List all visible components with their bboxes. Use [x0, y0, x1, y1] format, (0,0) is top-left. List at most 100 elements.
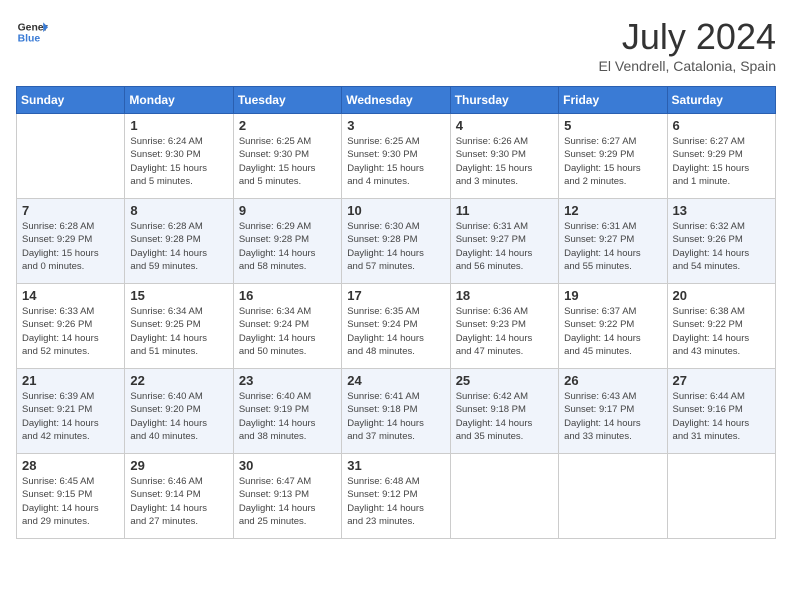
day-number: 25 — [456, 373, 553, 388]
cell-content: Sunrise: 6:40 AMSunset: 9:19 PMDaylight:… — [239, 390, 336, 443]
calendar-table: SundayMondayTuesdayWednesdayThursdayFrid… — [16, 86, 776, 539]
cell-content: Sunrise: 6:42 AMSunset: 9:18 PMDaylight:… — [456, 390, 553, 443]
day-number: 14 — [22, 288, 119, 303]
day-number: 29 — [130, 458, 227, 473]
calendar-cell: 18 Sunrise: 6:36 AMSunset: 9:23 PMDayligh… — [450, 284, 558, 369]
calendar-cell: 8 Sunrise: 6:28 AMSunset: 9:28 PMDaylight… — [125, 199, 233, 284]
day-number: 6 — [673, 118, 770, 133]
day-number: 17 — [347, 288, 444, 303]
day-number: 2 — [239, 118, 336, 133]
calendar-header-row: SundayMondayTuesdayWednesdayThursdayFrid… — [17, 87, 776, 114]
cell-content: Sunrise: 6:40 AMSunset: 9:20 PMDaylight:… — [130, 390, 227, 443]
calendar-cell: 11 Sunrise: 6:31 AMSunset: 9:27 PMDayligh… — [450, 199, 558, 284]
calendar-week-3: 14 Sunrise: 6:33 AMSunset: 9:26 PMDayligh… — [17, 284, 776, 369]
cell-content: Sunrise: 6:33 AMSunset: 9:26 PMDaylight:… — [22, 305, 119, 358]
calendar-cell: 24Sunrise: 6:41 AMSunset: 9:18 PMDayligh… — [342, 369, 450, 454]
day-number: 21 — [22, 373, 119, 388]
day-number: 28 — [22, 458, 119, 473]
calendar-cell: 15Sunrise: 6:34 AMSunset: 9:25 PMDayligh… — [125, 284, 233, 369]
cell-content: Sunrise: 6:37 AMSunset: 9:22 PMDaylight:… — [564, 305, 661, 358]
logo: General Blue — [16, 16, 48, 48]
cell-content: Sunrise: 6:45 AMSunset: 9:15 PMDaylight:… — [22, 475, 119, 528]
calendar-week-2: 7 Sunrise: 6:28 AMSunset: 9:29 PMDaylight… — [17, 199, 776, 284]
calendar-week-1: 1Sunrise: 6:24 AMSunset: 9:30 PMDaylight… — [17, 114, 776, 199]
day-number: 27 — [673, 373, 770, 388]
calendar-cell: 13Sunrise: 6:32 AMSunset: 9:26 PMDayligh… — [667, 199, 775, 284]
day-header-saturday: Saturday — [667, 87, 775, 114]
cell-content: Sunrise: 6:25 AMSunset: 9:30 PMDaylight:… — [347, 135, 444, 188]
cell-content: Sunrise: 6:25 AMSunset: 9:30 PMDaylight:… — [239, 135, 336, 188]
day-header-thursday: Thursday — [450, 87, 558, 114]
cell-content: Sunrise: 6:32 AMSunset: 9:26 PMDaylight:… — [673, 220, 770, 273]
cell-content: Sunrise: 6:34 AMSunset: 9:24 PMDaylight:… — [239, 305, 336, 358]
calendar-cell: 7 Sunrise: 6:28 AMSunset: 9:29 PMDaylight… — [17, 199, 125, 284]
cell-content: Sunrise: 6:38 AMSunset: 9:22 PMDaylight:… — [673, 305, 770, 358]
cell-content: Sunrise: 6:39 AMSunset: 9:21 PMDaylight:… — [22, 390, 119, 443]
calendar-cell: 28 Sunrise: 6:45 AMSunset: 9:15 PMDayligh… — [17, 454, 125, 539]
cell-content: Sunrise: 6:30 AMSunset: 9:28 PMDaylight:… — [347, 220, 444, 273]
cell-content: Sunrise: 6:29 AMSunset: 9:28 PMDaylight:… — [239, 220, 336, 273]
day-number: 5 — [564, 118, 661, 133]
calendar-cell — [450, 454, 558, 539]
day-number: 7 — [22, 203, 119, 218]
calendar-cell: 1Sunrise: 6:24 AMSunset: 9:30 PMDaylight… — [125, 114, 233, 199]
calendar-cell: 10 Sunrise: 6:30 AMSunset: 9:28 PMDayligh… — [342, 199, 450, 284]
calendar-cell — [559, 454, 667, 539]
calendar-cell: 31 Sunrise: 6:48 AMSunset: 9:12 PMDayligh… — [342, 454, 450, 539]
calendar-cell: 23Sunrise: 6:40 AMSunset: 9:19 PMDayligh… — [233, 369, 341, 454]
cell-content: Sunrise: 6:28 AMSunset: 9:29 PMDaylight:… — [22, 220, 119, 273]
calendar-cell: 20Sunrise: 6:38 AMSunset: 9:22 PMDayligh… — [667, 284, 775, 369]
day-number: 1 — [130, 118, 227, 133]
month-year: July 2024 — [599, 16, 776, 58]
calendar-cell — [17, 114, 125, 199]
calendar-body: 1Sunrise: 6:24 AMSunset: 9:30 PMDaylight… — [17, 114, 776, 539]
day-number: 30 — [239, 458, 336, 473]
calendar-cell: 16Sunrise: 6:34 AMSunset: 9:24 PMDayligh… — [233, 284, 341, 369]
day-header-sunday: Sunday — [17, 87, 125, 114]
day-number: 31 — [347, 458, 444, 473]
calendar-cell: 14 Sunrise: 6:33 AMSunset: 9:26 PMDayligh… — [17, 284, 125, 369]
cell-content: Sunrise: 6:34 AMSunset: 9:25 PMDaylight:… — [130, 305, 227, 358]
day-header-wednesday: Wednesday — [342, 87, 450, 114]
calendar-cell: 27 Sunrise: 6:44 AMSunset: 9:16 PMDayligh… — [667, 369, 775, 454]
cell-content: Sunrise: 6:31 AMSunset: 9:27 PMDaylight:… — [456, 220, 553, 273]
cell-content: Sunrise: 6:46 AMSunset: 9:14 PMDaylight:… — [130, 475, 227, 528]
calendar-cell: 5 Sunrise: 6:27 AMSunset: 9:29 PMDaylight… — [559, 114, 667, 199]
calendar-cell: 6 Sunrise: 6:27 AMSunset: 9:29 PMDaylight… — [667, 114, 775, 199]
day-number: 26 — [564, 373, 661, 388]
day-header-monday: Monday — [125, 87, 233, 114]
day-number: 4 — [456, 118, 553, 133]
day-number: 9 — [239, 203, 336, 218]
cell-content: Sunrise: 6:43 AMSunset: 9:17 PMDaylight:… — [564, 390, 661, 443]
calendar-cell: 21 Sunrise: 6:39 AMSunset: 9:21 PMDayligh… — [17, 369, 125, 454]
page-header: General Blue July 2024 El Vendrell, Cata… — [16, 16, 776, 74]
day-number: 10 — [347, 203, 444, 218]
calendar-cell: 25 Sunrise: 6:42 AMSunset: 9:18 PMDayligh… — [450, 369, 558, 454]
location: El Vendrell, Catalonia, Spain — [599, 58, 776, 74]
cell-content: Sunrise: 6:27 AMSunset: 9:29 PMDaylight:… — [673, 135, 770, 188]
calendar-cell: 17Sunrise: 6:35 AMSunset: 9:24 PMDayligh… — [342, 284, 450, 369]
cell-content: Sunrise: 6:36 AMSunset: 9:23 PMDaylight:… — [456, 305, 553, 358]
cell-content: Sunrise: 6:48 AMSunset: 9:12 PMDaylight:… — [347, 475, 444, 528]
svg-text:Blue: Blue — [18, 34, 41, 45]
day-number: 8 — [130, 203, 227, 218]
calendar-cell: 4Sunrise: 6:26 AMSunset: 9:30 PMDaylight… — [450, 114, 558, 199]
day-number: 19 — [564, 288, 661, 303]
day-number: 11 — [456, 203, 553, 218]
calendar-cell: 29 Sunrise: 6:46 AMSunset: 9:14 PMDayligh… — [125, 454, 233, 539]
day-number: 22 — [130, 373, 227, 388]
calendar-cell — [667, 454, 775, 539]
day-number: 18 — [456, 288, 553, 303]
calendar-cell: 3 Sunrise: 6:25 AMSunset: 9:30 PMDaylight… — [342, 114, 450, 199]
title-block: July 2024 El Vendrell, Catalonia, Spain — [599, 16, 776, 74]
cell-content: Sunrise: 6:41 AMSunset: 9:18 PMDaylight:… — [347, 390, 444, 443]
cell-content: Sunrise: 6:28 AMSunset: 9:28 PMDaylight:… — [130, 220, 227, 273]
day-number: 3 — [347, 118, 444, 133]
cell-content: Sunrise: 6:27 AMSunset: 9:29 PMDaylight:… — [564, 135, 661, 188]
cell-content: Sunrise: 6:44 AMSunset: 9:16 PMDaylight:… — [673, 390, 770, 443]
calendar-cell: 26 Sunrise: 6:43 AMSunset: 9:17 PMDayligh… — [559, 369, 667, 454]
calendar-cell: 22 Sunrise: 6:40 AMSunset: 9:20 PMDayligh… — [125, 369, 233, 454]
calendar-cell: 2 Sunrise: 6:25 AMSunset: 9:30 PMDaylight… — [233, 114, 341, 199]
calendar-cell: 9 Sunrise: 6:29 AMSunset: 9:28 PMDaylight… — [233, 199, 341, 284]
calendar-cell: 19 Sunrise: 6:37 AMSunset: 9:22 PMDayligh… — [559, 284, 667, 369]
